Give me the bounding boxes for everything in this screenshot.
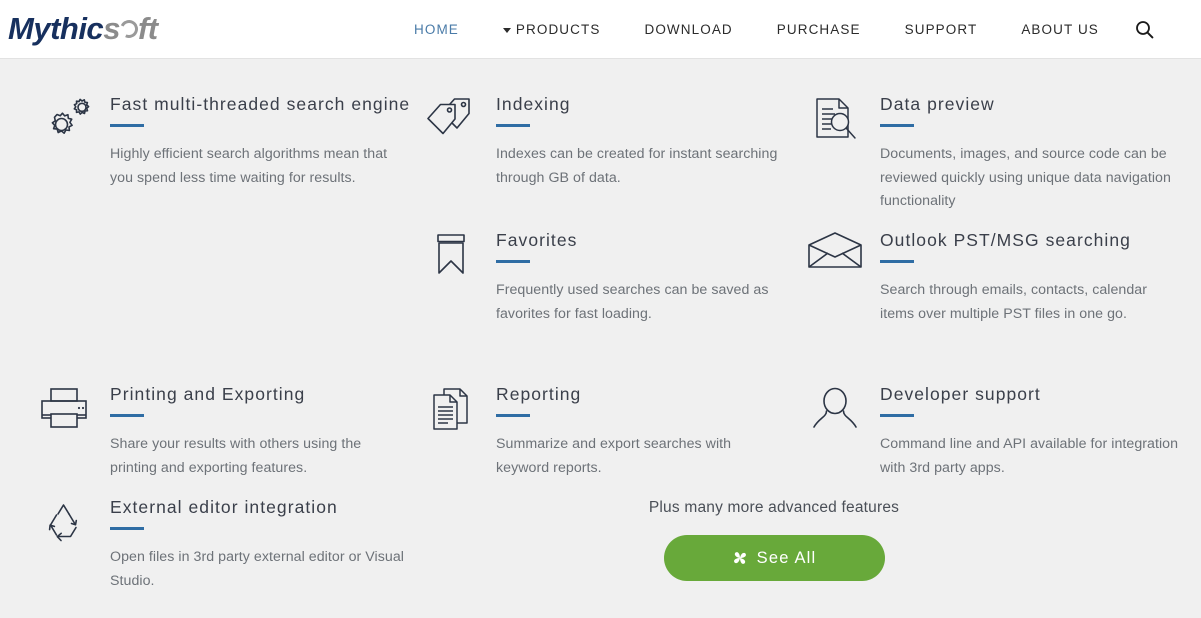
gears-icon [32,95,98,151]
feature-title: Data preview [880,94,995,114]
feature-body: Frequently used searches can be saved as… [496,282,769,322]
accent-rule [880,260,914,263]
accent-rule [880,414,914,417]
bookmark-icon [418,231,484,287]
feature-title: External editor integration [110,497,338,517]
nav-label-support: SUPPORT [904,22,978,37]
nav-label-products: PRODUCTS [515,22,601,37]
nav-label-about-us: ABOUT US [1021,22,1099,37]
document-magnifier-icon [802,95,868,151]
feature-title: Indexing [496,94,571,114]
nav-label-home: HOME [414,22,459,37]
accent-rule [110,124,144,127]
logo-text-mythic: Mythic [8,11,104,46]
feature-fast-search-engine: Fast multi-threaded search engine Highly… [32,95,412,190]
pinwheel-icon [732,550,748,566]
accent-rule [496,124,530,127]
feature-body: Command line and API available for integ… [880,436,1179,476]
accent-rule [110,527,144,530]
report-documents-icon [418,385,484,441]
feature-body: Highly efficient search algorithms mean … [110,146,388,186]
logo-text-ft: ft [137,11,158,46]
feature-title: Outlook PST/MSG searching [880,230,1131,250]
nav-item-about-us[interactable]: ABOUT US [999,22,1121,37]
nav-item-purchase[interactable]: PURCHASE [755,22,883,37]
cta-block: Plus many more advanced features See All [418,499,1130,581]
tags-icon [418,95,484,151]
site-logo[interactable]: Mythic s ft [8,11,158,47]
accent-rule [880,124,914,127]
feature-favorites: Favorites Frequently used searches can b… [418,231,778,326]
feature-title: Printing and Exporting [110,384,306,404]
feature-outlook-pst-msg: Outlook PST/MSG searching Search through… [802,231,1182,326]
accent-rule [496,260,530,263]
feature-reporting: Reporting Summarize and export searches … [418,385,778,480]
feature-developer-support: Developer support Command line and API a… [802,385,1182,480]
feature-title: Reporting [496,384,582,404]
logo-text-s: s [103,11,120,46]
nav-item-download[interactable]: DOWNLOAD [622,22,754,37]
feature-body: Search through emails, contacts, calenda… [880,282,1148,322]
feature-title: Fast multi-threaded search engine [110,94,411,114]
feature-body: Share your results with others using the… [110,436,362,476]
printer-icon [32,385,98,441]
feature-indexing: Indexing Indexes can be created for inst… [418,95,778,190]
feature-external-editor: External editor integration Open files i… [32,498,412,593]
search-icon[interactable] [1135,20,1154,39]
envelope-icon [802,231,868,287]
feature-data-preview: Data preview Documents, images, and sour… [802,95,1182,214]
site-header: Mythic s ft HOME PRODUCTS DOWNLOAD PURCH… [0,0,1201,59]
feature-printing-exporting: Printing and Exporting Share your result… [32,385,412,480]
feature-body: Indexes can be created for instant searc… [496,146,778,186]
see-all-label: See All [756,548,817,567]
accent-rule [110,414,144,417]
recycle-icon [32,498,98,554]
main-navigation: HOME PRODUCTS DOWNLOAD PURCHASE SUPPORT … [392,0,1154,59]
feature-title: Favorites [496,230,578,250]
nav-label-purchase: PURCHASE [776,22,861,37]
feature-body: Documents, images, and source code can b… [880,146,1171,209]
feature-body: Open files in 3rd party external editor … [110,549,404,589]
see-all-button[interactable]: See All [663,535,885,581]
person-icon [802,385,868,441]
nav-item-support[interactable]: SUPPORT [883,22,1000,37]
features-section: Fast multi-threaded search engine Highly… [0,59,1201,618]
chevron-down-icon [502,28,511,33]
nav-label-download: DOWNLOAD [644,22,733,37]
feature-body: Summarize and export searches with keywo… [496,436,732,476]
nav-item-products[interactable]: PRODUCTS [481,22,623,37]
accent-rule [496,414,530,417]
feature-title: Developer support [880,384,1041,404]
cta-heading: Plus many more advanced features [648,499,900,516]
nav-item-home[interactable]: HOME [392,22,481,37]
